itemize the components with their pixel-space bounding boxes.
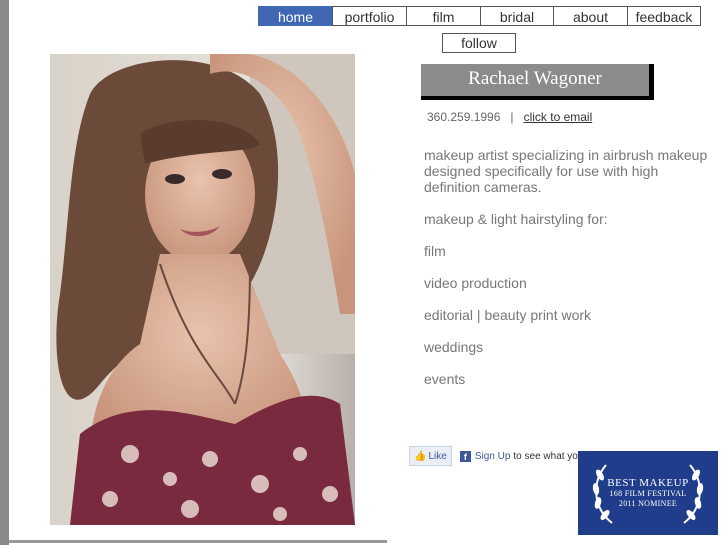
- bottom-divider: [9, 540, 387, 543]
- nav-bridal[interactable]: bridal: [480, 6, 554, 26]
- artist-name: Rachael Wagoner: [468, 68, 602, 89]
- name-banner: Rachael Wagoner: [421, 64, 654, 100]
- facebook-icon: f: [459, 450, 471, 462]
- phone-number: 360.259.1996: [427, 110, 501, 124]
- portrait-photo: [50, 54, 355, 525]
- like-label: Like: [428, 450, 447, 462]
- contact-separator: |: [510, 110, 514, 124]
- nav-portfolio[interactable]: portfolio: [332, 6, 407, 26]
- follow-button[interactable]: follow: [442, 33, 516, 53]
- service-item: editorial | beauty print work: [424, 307, 592, 323]
- main-nav: home portfolio film bridal about feedbac…: [258, 6, 701, 26]
- service-item: film: [424, 243, 446, 259]
- service-item: events: [424, 371, 466, 387]
- service-item: video production: [424, 275, 527, 291]
- award-badge: BEST MAKEUP 168 FILM FESTIVAL 2011 NOMIN…: [578, 451, 718, 535]
- nav-film[interactable]: film: [406, 6, 481, 26]
- services-heading: makeup & light hairstyling for:: [424, 211, 608, 227]
- nav-home[interactable]: home: [258, 6, 333, 26]
- award-title: BEST MAKEUP: [607, 477, 689, 489]
- bio-intro: makeup artist specializing in airbrush m…: [424, 147, 708, 195]
- facebook-like-button[interactable]: 👍 Like: [409, 446, 452, 466]
- award-nominee: 2011 NOMINEE: [618, 499, 678, 508]
- nav-about[interactable]: about: [553, 6, 628, 26]
- service-item: weddings: [424, 339, 484, 355]
- facebook-widget: 👍 Like f Sign Up to see what yo: [409, 445, 584, 467]
- page: home portfolio film bridal about feedbac…: [9, 0, 727, 545]
- award-festival: 168 FILM FESTIVAL: [609, 489, 687, 498]
- facebook-signup-link[interactable]: Sign Up: [475, 451, 511, 462]
- facebook-signup-text: to see what yo: [513, 450, 578, 462]
- contact-line: 360.259.1996 | click to email: [427, 110, 592, 124]
- thumbs-up-icon: 👍: [414, 450, 427, 462]
- bio-section: makeup artist specializing in airbrush m…: [424, 147, 709, 403]
- nav-feedback[interactable]: feedback: [627, 6, 701, 26]
- email-link[interactable]: click to email: [524, 110, 593, 124]
